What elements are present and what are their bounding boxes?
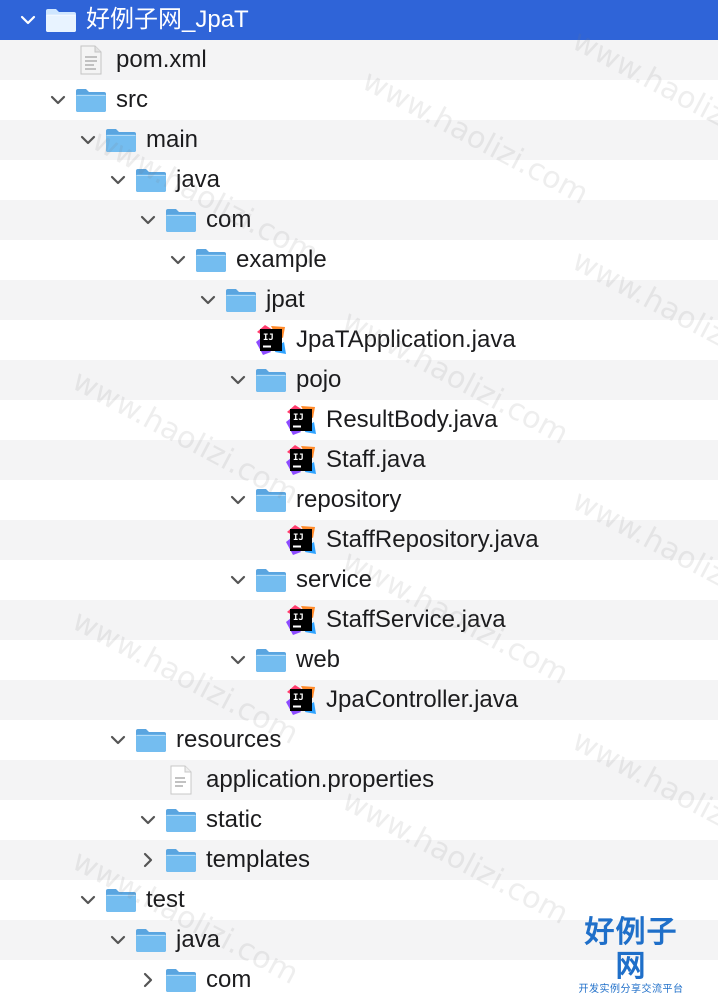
tree-row-jpat[interactable]: 好例子网_JpaT [0,0,718,40]
tree-row-com[interactable]: com [0,960,718,1000]
chevron-down-icon[interactable] [48,80,68,120]
tree-item-label: example [236,246,327,273]
intellij-java-file-icon: IJ [285,605,317,635]
folder-icon [225,285,257,315]
tree-item-label: JpaTApplication.java [296,326,516,353]
folder-icon [165,845,197,875]
folder-icon [255,485,287,515]
chevron-down-icon[interactable] [108,160,128,200]
chevron-down-icon[interactable] [18,0,38,40]
text-file-icon [165,765,197,795]
folder-icon [165,205,197,235]
tree-row-resources[interactable]: resources [0,720,718,760]
tree-row-main[interactable]: main [0,120,718,160]
tree-row-staffservice-java[interactable]: IJ StaffService.java [0,600,718,640]
chevron-down-icon[interactable] [228,360,248,400]
chevron-right-icon[interactable] [138,840,158,880]
tree-row-java[interactable]: java [0,160,718,200]
xml-file-icon [75,45,107,75]
tree-item-label: java [176,166,221,193]
chevron-down-icon[interactable] [108,920,128,960]
tree-item-label: jpat [266,286,305,313]
chevron-down-icon[interactable] [228,480,248,520]
tree-row-example[interactable]: example [0,240,718,280]
folder-icon [165,805,197,835]
tree-row-static[interactable]: static [0,800,718,840]
tree-row-jpatapplication-java[interactable]: IJ JpaTApplication.java [0,320,718,360]
chevron-down-icon[interactable] [198,280,218,320]
tree-item-label: com [206,966,252,993]
intellij-java-file-icon: IJ [285,405,317,435]
intellij-java-file-icon: IJ [285,525,317,555]
folder-icon [105,885,137,915]
folder-icon [255,365,287,395]
tree-item-label: web [296,646,341,673]
svg-text:IJ: IJ [293,453,304,463]
folder-icon [165,965,197,995]
chevron-down-icon[interactable] [78,120,98,160]
folder-icon [105,125,137,155]
tree-row-web[interactable]: web [0,640,718,680]
tree-row-pom-xml[interactable]: pom.xml [0,40,718,80]
folder-icon [135,925,167,955]
intellij-java-file-icon: IJ [285,685,317,715]
tree-item-label: service [296,566,373,593]
tree-row-test[interactable]: test [0,880,718,920]
chevron-down-icon[interactable] [168,240,188,280]
tree-item-label: StaffRepository.java [326,526,539,553]
chevron-down-icon[interactable] [138,800,158,840]
chevron-down-icon[interactable] [138,200,158,240]
tree-row-jpacontroller-java[interactable]: IJ JpaController.java [0,680,718,720]
tree-item-label: ResultBody.java [326,406,498,433]
tree-item-label: src [116,86,148,113]
tree-item-label: Staff.java [326,446,426,473]
folder-icon [135,725,167,755]
chevron-right-icon[interactable] [138,960,158,1000]
tree-item-label: main [146,126,199,153]
tree-row-staffrepository-java[interactable]: IJ StaffRepository.java [0,520,718,560]
tree-item-label: com [206,206,252,233]
tree-item-label: test [146,886,185,913]
svg-text:IJ: IJ [293,413,304,423]
svg-text:IJ: IJ [293,533,304,543]
tree-row-resultbody-java[interactable]: IJ ResultBody.java [0,400,718,440]
tree-item-label: application.properties [206,766,435,793]
folder-icon [45,5,77,35]
tree-row-com[interactable]: com [0,200,718,240]
tree-row-templates[interactable]: templates [0,840,718,880]
tree-row-repository[interactable]: repository [0,480,718,520]
svg-text:IJ: IJ [293,613,304,623]
folder-icon [255,565,287,595]
tree-row-jpat[interactable]: jpat [0,280,718,320]
tree-item-label: resources [176,726,282,753]
svg-text:IJ: IJ [263,333,274,343]
tree-item-label: java [176,926,221,953]
tree-row-java[interactable]: java [0,920,718,960]
folder-icon [135,165,167,195]
tree-item-label: JpaController.java [326,686,519,713]
tree-item-label: 好例子网_JpaT [86,6,249,33]
tree-item-label: static [206,806,263,833]
tree-item-label: repository [296,486,402,513]
chevron-down-icon[interactable] [108,720,128,760]
folder-icon [195,245,227,275]
svg-text:IJ: IJ [293,693,304,703]
file-tree: 好例子网_JpaT pom.xml src main java com exam… [0,0,718,1004]
chevron-down-icon[interactable] [228,640,248,680]
chevron-down-icon[interactable] [78,880,98,920]
tree-row-service[interactable]: service [0,560,718,600]
tree-row-application-properties[interactable]: application.properties [0,760,718,800]
chevron-down-icon[interactable] [228,560,248,600]
tree-item-label: StaffService.java [326,606,506,633]
tree-row-src[interactable]: src [0,80,718,120]
tree-item-label: templates [206,846,311,873]
tree-row-pojo[interactable]: pojo [0,360,718,400]
intellij-java-file-icon: IJ [285,445,317,475]
tree-item-label: pojo [296,366,342,393]
tree-item-label: pom.xml [116,46,207,73]
tree-row-staff-java[interactable]: IJ Staff.java [0,440,718,480]
intellij-java-file-icon: IJ [255,325,287,355]
folder-icon [255,645,287,675]
folder-icon [75,85,107,115]
